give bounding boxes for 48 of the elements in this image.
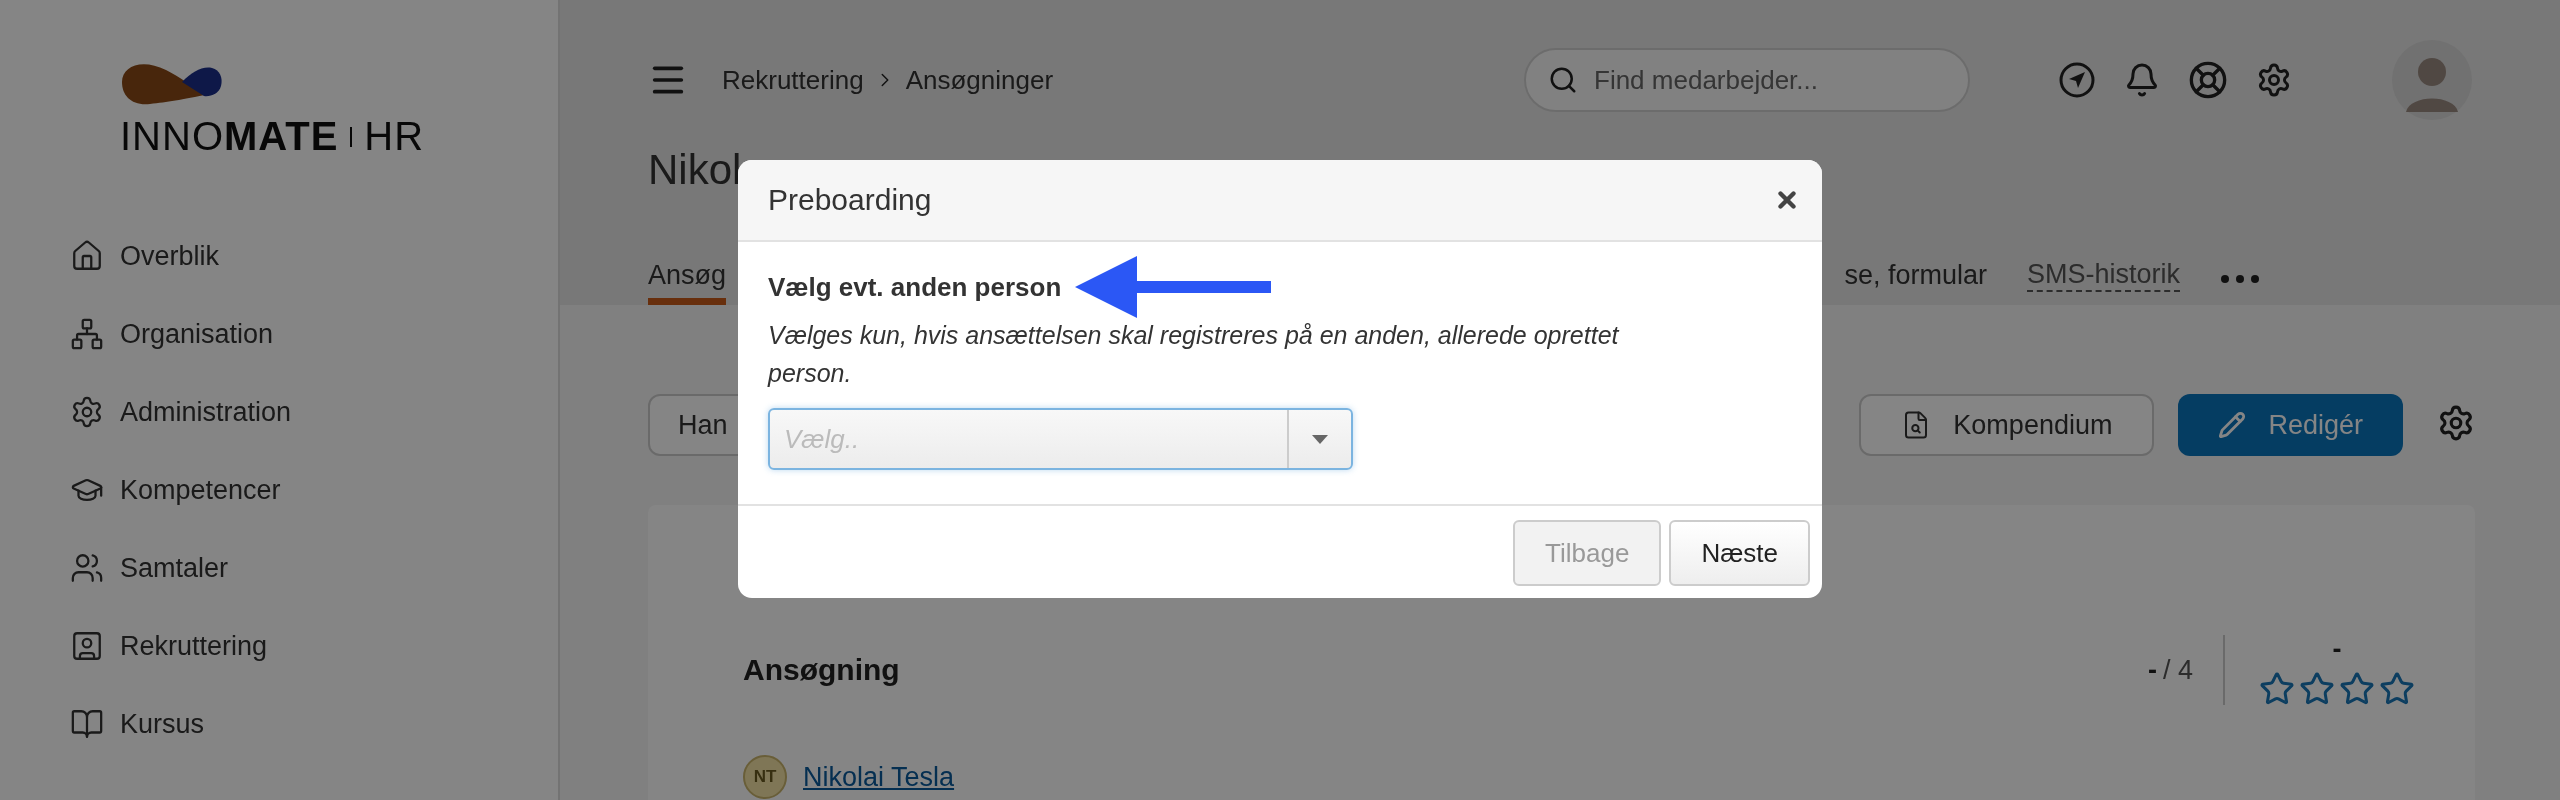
settings-icon[interactable] <box>2256 62 2292 98</box>
nav-item[interactable]: Kompetencer <box>70 473 558 507</box>
initials-avatar: NT <box>743 755 787 799</box>
search-field[interactable]: Find medarbejder... <box>1524 48 1970 112</box>
nav-item[interactable]: Administration <box>70 395 558 429</box>
card-title: Ansøgning <box>743 653 900 687</box>
logo-suffix: HR <box>364 114 425 159</box>
star-icon[interactable] <box>2379 670 2415 707</box>
logo-text: INNOMATE <box>120 114 339 159</box>
score-value: - <box>2147 654 2157 686</box>
tab[interactable]: se, formular <box>1844 245 1987 305</box>
arrow-icon <box>1075 256 1272 318</box>
breadcrumb-link[interactable]: Ansøgninger <box>905 64 1054 96</box>
star-icon[interactable] <box>2299 670 2335 707</box>
tab[interactable]: Ansøg <box>648 245 727 305</box>
tab[interactable]: SMS-historik <box>2026 245 2180 305</box>
search-icon <box>1548 65 1578 95</box>
help-text: Vælges kun, hvis ansættelsen skal registreres på en anden, allerede oprettet person. <box>768 320 1621 389</box>
next-button[interactable]: Næste <box>1669 520 1810 586</box>
settings-icon[interactable] <box>2437 404 2475 442</box>
star-icon[interactable] <box>2259 670 2295 707</box>
nav-item[interactable]: Organisation <box>70 317 558 351</box>
nav-item[interactable]: Overblik <box>70 239 558 273</box>
gear-icon <box>70 395 104 429</box>
bell-icon[interactable] <box>2124 62 2160 98</box>
score-total: / 4 <box>2162 654 2193 686</box>
caret-icon <box>1312 434 1328 444</box>
nav-item[interactable]: Kursus <box>70 707 558 741</box>
nav-item[interactable]: Rekruttering <box>70 629 558 663</box>
book-icon <box>70 707 104 741</box>
star-icon[interactable] <box>2339 670 2375 707</box>
people-icon <box>70 551 104 585</box>
help-icon[interactable] <box>2188 60 2228 100</box>
field-label: Vælg evt. anden person <box>768 271 1062 303</box>
house-icon <box>70 239 104 273</box>
applicant-link[interactable]: Nikolai Tesla <box>803 761 955 793</box>
id-card-icon <box>70 629 104 663</box>
page-title: Nikol <box>648 145 743 195</box>
modal-title: Preboarding <box>768 183 932 217</box>
edit-button[interactable]: Redigér <box>2178 394 2403 456</box>
nav-item[interactable]: Samtaler <box>70 551 558 585</box>
pencil-icon <box>2218 411 2247 439</box>
hierarchy-icon <box>70 317 104 351</box>
navigation-icon[interactable] <box>2058 61 2096 99</box>
compendium-button[interactable]: Kompendium <box>1859 394 2155 456</box>
more-icon[interactable] <box>2220 274 2260 284</box>
rating-value: - <box>2332 633 2342 665</box>
breadcrumb-link[interactable]: Rekruttering <box>722 64 864 96</box>
